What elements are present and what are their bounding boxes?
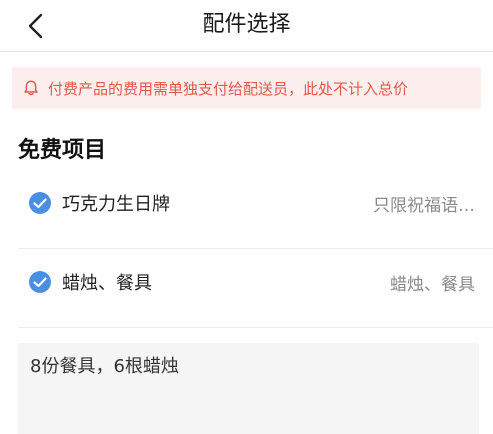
divider — [18, 327, 493, 328]
note-text: 8份餐具，6根蜡烛 — [30, 356, 179, 377]
divider — [18, 248, 493, 249]
bell-icon — [24, 80, 38, 96]
list-item-candles-tableware[interactable]: 蜡烛、餐具 蜡烛、餐具 — [18, 257, 481, 307]
nav-header: 配件选择 — [0, 0, 493, 52]
item-label: 蜡烛、餐具 — [62, 273, 152, 294]
item-label: 巧克力生日牌 — [62, 194, 170, 215]
section-title-free-items: 免费项目 — [18, 138, 107, 163]
note-text-area[interactable]: 8份餐具，6根蜡烛 — [18, 343, 479, 434]
list-item-chocolate-card[interactable]: 巧克力生日牌 只限祝福语… — [18, 178, 481, 228]
item-value: 只限祝福语… — [373, 195, 475, 216]
item-value: 蜡烛、餐具 — [390, 274, 475, 295]
accessory-selection-page: 配件选择 付费产品的费用需单独支付给配送员，此处不计入总价 免费项目 巧克力生日… — [0, 0, 493, 434]
page-title: 配件选择 — [202, 12, 291, 37]
fee-notice-banner: 付费产品的费用需单独支付给配送员，此处不计入总价 — [12, 67, 481, 109]
notice-text: 付费产品的费用需单独支付给配送员，此处不计入总价 — [48, 79, 409, 98]
checkmark-circle-icon[interactable] — [28, 191, 52, 215]
checkmark-circle-icon[interactable] — [28, 270, 52, 294]
